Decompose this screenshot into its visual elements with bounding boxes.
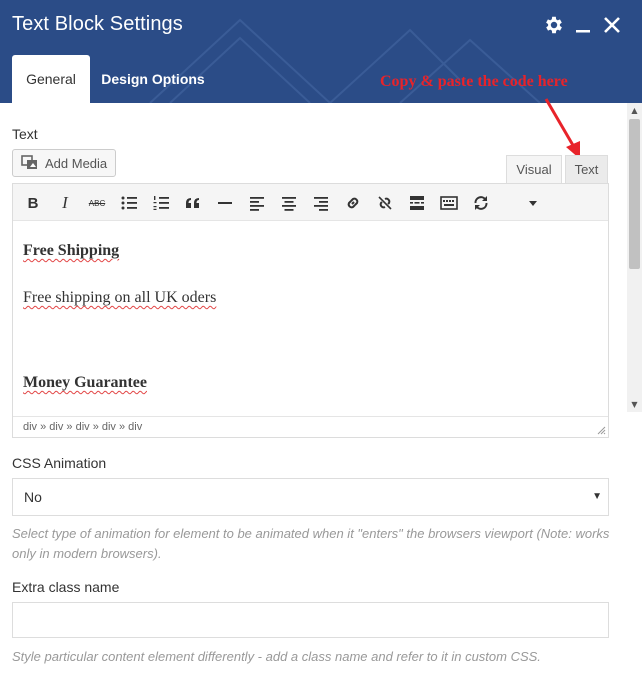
numbered-list-icon <box>153 196 169 210</box>
extra-class-help: Style particular content element differe… <box>12 649 541 664</box>
rich-text-editor: B I ABC Free Shipping Free shipping on a… <box>12 183 609 438</box>
strikethrough-icon: ABC <box>88 198 106 208</box>
css-animation-label: CSS Animation <box>12 455 107 471</box>
read-more-icon <box>410 196 424 210</box>
extra-class-label: Extra class name <box>12 579 120 595</box>
close-icon <box>604 17 620 33</box>
link-icon <box>347 197 359 209</box>
tab-text[interactable]: Text <box>565 155 608 183</box>
align-center-icon <box>282 197 296 211</box>
add-media-label: Add Media <box>45 155 108 171</box>
tab-visual[interactable]: Visual <box>506 155 562 183</box>
add-media-button[interactable]: Add Media <box>12 149 116 177</box>
content-heading-money-guarantee: Money Guarantee <box>23 374 147 391</box>
toolbar-toggle-button[interactable] <box>438 192 460 214</box>
horizontal-line-button[interactable] <box>214 192 236 214</box>
refresh-icon <box>474 196 488 210</box>
read-more-button[interactable] <box>406 192 428 214</box>
minimize-button[interactable] <box>572 14 594 36</box>
refresh-button[interactable] <box>470 192 492 214</box>
scroll-thumb[interactable] <box>629 119 640 269</box>
align-left-icon <box>250 197 264 211</box>
italic-icon: I <box>62 193 68 212</box>
insert-link-button[interactable] <box>342 192 364 214</box>
annotation-text: Copy & paste the code here <box>380 73 568 90</box>
chevron-down-icon: ▼ <box>592 491 602 502</box>
bold-icon: B <box>27 194 39 212</box>
scroll-down-icon[interactable]: ▼ <box>627 397 642 412</box>
numbered-list-button[interactable] <box>150 192 172 214</box>
close-button[interactable] <box>601 14 623 36</box>
tab-design-options[interactable]: Design Options <box>92 55 214 103</box>
align-center-button[interactable] <box>278 192 300 214</box>
css-animation-select[interactable]: No ▼ <box>12 478 609 516</box>
css-animation-help: Select type of animation for element to … <box>12 526 610 561</box>
text-label: Text <box>12 126 38 142</box>
scroll-up-icon[interactable]: ▲ <box>627 103 642 118</box>
element-path-text: div » div » div » div » div <box>23 421 143 433</box>
italic-button[interactable]: I <box>54 192 76 214</box>
scrollbar[interactable]: ▲ ▼ <box>627 103 642 412</box>
settings-button[interactable] <box>543 14 565 36</box>
gear-icon <box>546 16 562 34</box>
editor-content[interactable]: Free Shipping Free shipping on all UK od… <box>13 222 608 416</box>
dialog-title: Text Block Settings <box>12 13 183 35</box>
bold-button[interactable]: B <box>22 192 44 214</box>
element-path: div » div » div » div » div <box>13 416 608 437</box>
blockquote-button[interactable] <box>182 192 204 214</box>
resize-handle-icon[interactable] <box>597 426 606 435</box>
bulleted-list-button[interactable] <box>118 192 140 214</box>
align-left-button[interactable] <box>246 192 268 214</box>
format-dropdown-button[interactable] <box>522 192 544 214</box>
align-right-icon <box>314 197 328 211</box>
editor-toolbar: B I ABC <box>13 184 608 221</box>
css-animation-value: No <box>24 489 42 505</box>
content-heading-free-shipping: Free Shipping <box>23 242 120 259</box>
bulleted-list-icon <box>121 196 137 210</box>
add-media-icon <box>21 155 37 169</box>
content-paragraph: Free shipping on all UK oders <box>23 289 217 306</box>
tab-general[interactable]: General <box>12 55 90 103</box>
horizontal-line-icon <box>218 202 232 204</box>
minimize-icon <box>576 30 590 33</box>
extra-class-input[interactable] <box>12 602 609 638</box>
blockquote-icon <box>186 198 199 208</box>
toolbar-toggle-icon <box>440 196 458 210</box>
dropdown-icon <box>529 201 537 206</box>
align-right-button[interactable] <box>310 192 332 214</box>
strikethrough-button[interactable]: ABC <box>86 192 108 214</box>
unlink-icon <box>378 196 392 210</box>
unlink-button[interactable] <box>374 192 396 214</box>
